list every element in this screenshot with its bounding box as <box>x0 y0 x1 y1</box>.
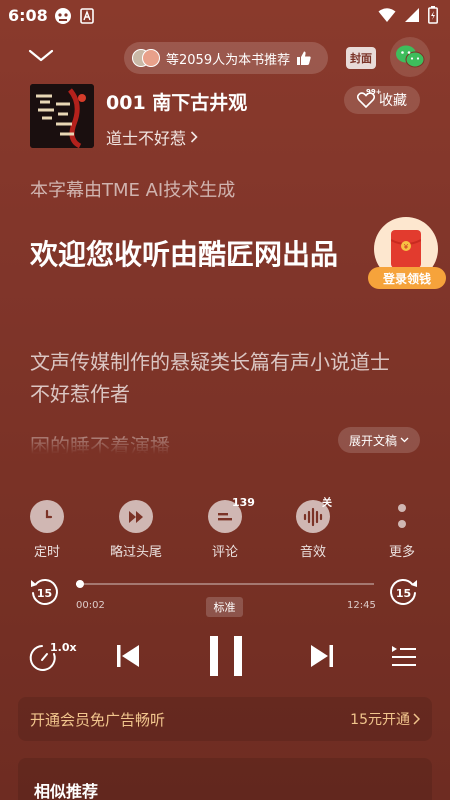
login-reward-promo[interactable]: ¥ 登录领钱 <box>368 217 446 293</box>
expand-transcript-label: 展开文稿 <box>348 433 397 448</box>
comment-button[interactable]: 139 评论 <box>189 496 261 560</box>
signal-icon <box>405 8 419 22</box>
wifi-icon <box>378 8 396 22</box>
chevron-right-icon <box>413 713 420 725</box>
battery-icon <box>428 6 438 24</box>
elapsed-time: 00:02 <box>76 600 105 611</box>
previous-track-icon[interactable] <box>114 642 142 670</box>
status-notification-icons <box>54 7 94 25</box>
progress-track[interactable] <box>76 583 374 585</box>
favorite-count: 99+ <box>366 88 382 96</box>
rewind-seconds: 15 <box>37 587 52 600</box>
current-subtitle: 欢迎您收听由酷匠网出品 <box>30 238 339 271</box>
vip-banner-text: 开通会员免广告畅听 <box>30 710 166 729</box>
playback-speed-label: 1.0x <box>50 641 77 654</box>
favorite-button[interactable]: 收藏 <box>344 86 420 114</box>
vip-open-button[interactable]: 15元开通 <box>350 709 420 729</box>
chevron-right-icon <box>190 131 198 143</box>
collapse-chevron-icon[interactable] <box>26 44 56 68</box>
total-time: 12:45 <box>347 600 376 611</box>
faded-subtitle: 困的睡不着演播 <box>30 434 170 454</box>
chevron-down-icon <box>400 437 409 443</box>
rewind-15-icon[interactable]: 15 <box>28 576 60 608</box>
svg-text:¥: ¥ <box>404 243 409 251</box>
next-track-icon[interactable] <box>308 642 336 670</box>
skip-intro-outro-button[interactable]: 略过头尾 <box>100 500 172 560</box>
progress-thumb[interactable] <box>76 580 84 588</box>
vip-open-label: 15元开通 <box>350 712 410 728</box>
author-name: 道士不好惹 <box>106 129 187 148</box>
skip-intro-label: 略过头尾 <box>109 545 162 560</box>
audio-quality-button[interactable]: 标准 <box>206 597 243 617</box>
pause-icon[interactable] <box>204 634 248 678</box>
ai-subtitle-note: 本字幕由TME AI技术生成 <box>30 180 236 201</box>
wechat-icon <box>396 45 425 68</box>
episode-title: 001 南下古井观 <box>106 92 248 114</box>
status-system-icons <box>378 6 438 24</box>
status-time: 6:08 <box>8 6 48 25</box>
sound-effect-icon: 关 <box>296 498 332 533</box>
expand-transcript-button[interactable]: 展开文稿 <box>338 427 420 453</box>
comment-label: 评论 <box>211 545 238 560</box>
more-label: 更多 <box>388 545 415 560</box>
timer-button[interactable]: 定时 <box>11 500 83 560</box>
comment-icon: 139 <box>208 496 255 533</box>
playlist-icon[interactable] <box>390 642 418 670</box>
similar-recommendations-title: 相似推荐 <box>34 782 99 800</box>
sound-effect-button[interactable]: 关 音效 <box>277 498 349 560</box>
recommend-pill[interactable]: 等2059人为本书推荐 <box>124 42 328 74</box>
timer-label: 定时 <box>33 545 60 560</box>
comment-count: 139 <box>232 496 255 509</box>
sound-effect-badge: 关 <box>322 498 332 509</box>
promo-label: 登录领钱 <box>368 267 446 289</box>
sound-effect-label: 音效 <box>299 545 326 560</box>
avatar <box>142 49 160 67</box>
status-bar: 6:08 <box>0 0 450 32</box>
wechat-share-button[interactable] <box>390 37 430 77</box>
more-button[interactable]: 更多 <box>366 500 438 560</box>
cover-button[interactable]: 封面 <box>346 47 376 69</box>
app-notification-icon <box>55 8 71 24</box>
cover-artwork <box>30 84 94 148</box>
recommend-text: 等2059人为本书推荐 <box>166 52 291 68</box>
skip-intro-icon <box>119 500 153 533</box>
thumbs-up-icon <box>297 51 311 65</box>
more-icon <box>385 500 419 533</box>
favorite-label: 收藏 <box>379 93 407 109</box>
next-subtitle: 文声传媒制作的悬疑类长篇有声小说道士不好惹作者 <box>30 350 390 406</box>
forward-15-icon[interactable]: 15 <box>388 576 420 608</box>
author-link[interactable]: 道士不好惹 <box>106 125 198 149</box>
text-notification-icon <box>80 8 94 24</box>
clock-icon <box>30 500 64 533</box>
vip-banner[interactable]: 开通会员免广告畅听 15元开通 <box>18 697 432 741</box>
forward-seconds: 15 <box>396 587 411 600</box>
book-cover-image[interactable] <box>30 84 94 148</box>
